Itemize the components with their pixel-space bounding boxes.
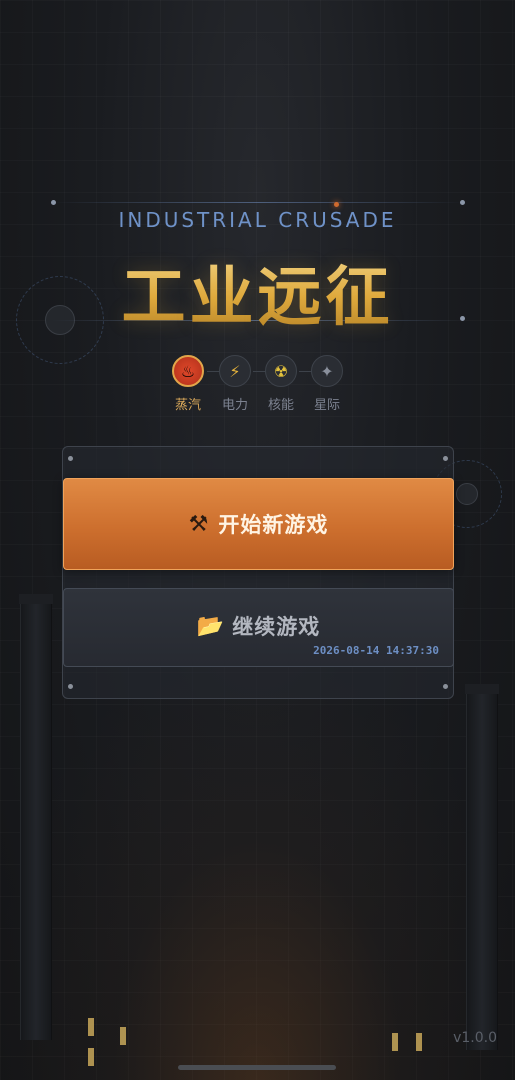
era-label: 核能 [267, 398, 294, 413]
era-interstellar: ✦ 星际 [305, 355, 349, 413]
folder-icon: 📂 [196, 613, 225, 639]
steam-icon: ♨ [172, 355, 204, 387]
era-progression: ♨ 蒸汽 ⚡ 电力 ☢ 核能 ✦ 星际 [170, 355, 350, 415]
left-pillar [19, 594, 53, 1040]
radiation-icon: ☢ [265, 355, 297, 387]
ember-glow [0, 660, 515, 1080]
era-label: 电力 [221, 398, 248, 413]
era-label: 蒸汽 [174, 398, 201, 413]
era-label: 星际 [313, 398, 340, 413]
window-light [416, 1033, 422, 1051]
era-nuclear: ☢ 核能 [259, 355, 303, 413]
hammer-pick-icon: ⚒ [188, 511, 209, 537]
continue-game-label: 继续游戏 [232, 615, 321, 639]
continue-game-button[interactable]: 📂 继续游戏 2026-08-14 14:37:30 [63, 588, 454, 667]
right-pillar [465, 684, 499, 1050]
era-electric: ⚡ 电力 [213, 355, 257, 413]
right-gear-core [456, 483, 478, 505]
lightning-icon: ⚡ [219, 355, 251, 387]
window-light [392, 1033, 398, 1051]
new-game-label: 开始新游戏 [218, 513, 329, 537]
era-steam: ♨ 蒸汽 [166, 355, 210, 413]
star-icon: ✦ [311, 355, 343, 387]
new-game-button[interactable]: ⚒ 开始新游戏 [63, 478, 454, 570]
home-indicator[interactable] [178, 1065, 336, 1070]
window-light [88, 1048, 94, 1066]
save-timestamp: 2026-08-14 14:37:30 [313, 644, 439, 657]
window-light [120, 1027, 126, 1045]
window-light [88, 1018, 94, 1036]
game-subtitle: INDUSTRIAL CRUSADE [118, 208, 397, 232]
game-title: 工业远征 [0, 246, 515, 338]
version-label: v1.0.0 [453, 1030, 497, 1046]
